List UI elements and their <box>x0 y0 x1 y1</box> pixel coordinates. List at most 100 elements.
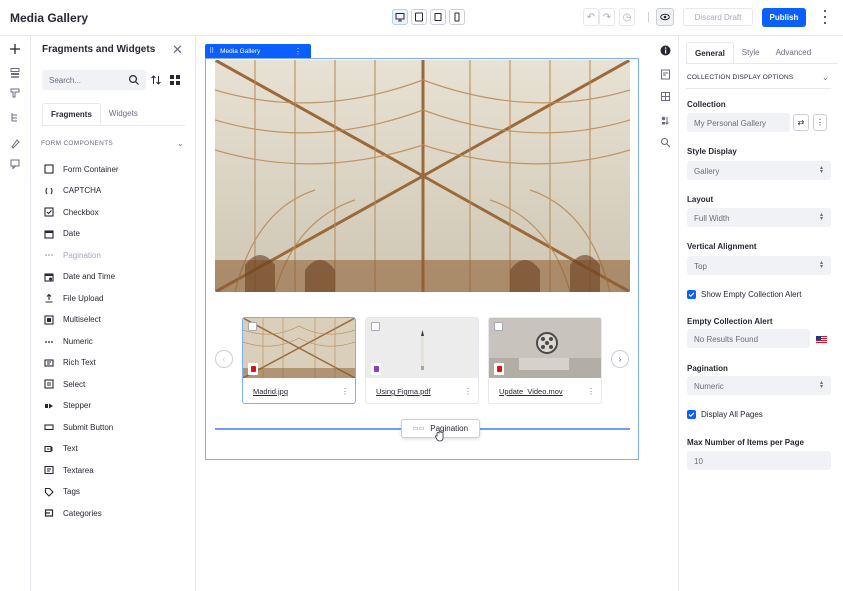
comments-icon[interactable] <box>8 157 22 171</box>
gallery-card[interactable]: Update_Video.mov ⋮ <box>488 317 602 404</box>
sort-icon[interactable] <box>150 74 162 86</box>
fragment-item-categories[interactable]: Categories <box>44 506 184 520</box>
textarea-icon <box>44 465 54 475</box>
redo-icon: ↷ <box>602 11 612 23</box>
fragment-item-form-container[interactable]: Form Container <box>44 162 184 176</box>
section-header[interactable]: FORM COMPONENTS <box>41 140 113 147</box>
fragment-item-file-upload[interactable]: File Upload <box>44 291 184 305</box>
kebab-icon: ⋮ <box>816 118 824 127</box>
card-options-icon[interactable]: ⋮ <box>341 387 349 396</box>
tablet-view-button[interactable] <box>411 9 427 25</box>
chevron-down-icon[interactable]: ⌄ <box>177 139 184 148</box>
card-options-icon[interactable]: ⋮ <box>587 387 595 396</box>
sort-attributes-icon[interactable] <box>659 114 671 126</box>
mapping-icon[interactable] <box>659 90 671 102</box>
section-divider <box>686 88 831 89</box>
section-header[interactable]: COLLECTION DISPLAY OPTIONS <box>687 74 793 81</box>
drag-handle-icon[interactable]: ⠿ <box>209 47 214 55</box>
tab-fragments[interactable]: Fragments <box>42 103 101 125</box>
fragment-item-checkbox[interactable]: Checkbox <box>44 205 184 219</box>
collection-field[interactable]: My Personal Gallery <box>687 113 790 132</box>
style-display-value: Gallery <box>694 167 720 176</box>
undo-button[interactable]: ↶ <box>583 8 599 26</box>
max-items-input[interactable]: 10 <box>687 451 831 470</box>
carousel-next-button[interactable]: › <box>611 350 629 368</box>
display-all-pages-checkbox[interactable]: Display All Pages <box>687 410 763 419</box>
card-filename[interactable]: Madrid.jpg <box>253 387 288 396</box>
publish-button[interactable]: Publish <box>762 8 806 27</box>
fragment-label: CAPTCHA <box>63 186 102 195</box>
fragment-topper[interactable]: ⠿ Media Gallery ⋮ <box>205 44 311 58</box>
paint-icon[interactable] <box>8 136 22 150</box>
card-options-icon[interactable]: ⋮ <box>464 387 472 396</box>
fragment-item-rich-text[interactable]: Rich Text <box>44 356 184 370</box>
show-empty-collection-alert-checkbox[interactable]: Show Empty Collection Alert <box>687 290 802 299</box>
change-collection-button[interactable]: ⇄ <box>793 114 809 131</box>
us-flag-icon[interactable] <box>816 336 827 343</box>
carousel-prev-button[interactable]: ‹ <box>215 350 233 368</box>
chevron-right-icon: › <box>618 354 622 364</box>
options-menu-icon[interactable] <box>821 10 829 24</box>
fragment-options-icon[interactable]: ⋮ <box>294 47 302 56</box>
card-filename[interactable]: Using Figma.pdf <box>376 387 431 396</box>
collection-options-button[interactable]: ⋮ <box>813 114 827 131</box>
gallery-card[interactable]: Madrid.jpg ⋮ <box>242 317 356 404</box>
tab-general[interactable]: General <box>686 42 734 64</box>
tab-widgets[interactable]: Widgets <box>101 103 146 125</box>
fragment-item-submit-button[interactable]: Submit Button <box>44 420 184 434</box>
discard-draft-button[interactable]: Discard Draft <box>683 8 753 26</box>
search-icon[interactable] <box>659 136 671 148</box>
calendar-icon <box>44 229 54 239</box>
desktop-icon <box>395 13 405 22</box>
tab-style[interactable]: Style <box>734 42 768 64</box>
fragment-item-multiselect[interactable]: Multiselect <box>44 313 184 327</box>
fragment-item-numeric[interactable]: Numeric <box>44 334 184 348</box>
portrait-phone-view-button[interactable] <box>449 9 465 25</box>
card-checkbox[interactable] <box>248 322 257 331</box>
browser-icon[interactable] <box>8 66 22 80</box>
fragment-item-date-and-time[interactable]: Date and Time <box>44 270 184 284</box>
preview-button[interactable] <box>656 8 674 26</box>
fragment-item-select[interactable]: Select <box>44 377 184 391</box>
vertical-alignment-select[interactable]: Top ▴ ▾ <box>687 256 831 275</box>
grid-view-icon[interactable] <box>169 74 181 86</box>
chevron-down-icon[interactable]: ⌄ <box>822 73 829 82</box>
page-structure-icon[interactable] <box>8 110 22 124</box>
empty-alert-input[interactable]: No Results Found <box>687 329 810 348</box>
tab-advanced[interactable]: Advanced <box>768 42 820 64</box>
left-sidebar-rail <box>0 36 31 591</box>
fragment-item-text[interactable]: Text <box>44 442 184 456</box>
card-checkbox[interactable] <box>371 322 380 331</box>
fragment-item-date[interactable]: Date <box>44 227 184 241</box>
top-bar: Media Gallery ↶ ↷ ◷ Discard Draft Publis… <box>0 0 843 36</box>
close-icon[interactable]: ✕ <box>172 42 183 58</box>
fragment-item-pagination[interactable]: Pagination <box>44 248 184 262</box>
empty-alert-label: Empty Collection Alert <box>687 317 773 326</box>
fragment-item-stepper[interactable]: Stepper <box>44 399 184 413</box>
swap-icon: ⇄ <box>797 118 805 127</box>
file-type-icon <box>494 363 504 375</box>
page-design-icon[interactable] <box>8 86 22 100</box>
fragment-label: Date and Time <box>63 272 116 281</box>
card-checkbox[interactable] <box>494 322 503 331</box>
checkbox-label: Show Empty Collection Alert <box>701 290 802 299</box>
pagination-select[interactable]: Numeric ▴ ▾ <box>687 376 831 395</box>
card-filename[interactable]: Update_Video.mov <box>499 387 563 396</box>
history-button[interactable]: ◷ <box>619 8 635 26</box>
info-icon[interactable] <box>659 44 671 56</box>
gallery-card[interactable]: Using Figma.pdf ⋮ <box>365 317 479 404</box>
layout-select[interactable]: Full Width ▴ ▾ <box>687 208 831 227</box>
fragment-item-textarea[interactable]: Textarea <box>44 463 184 477</box>
redo-button[interactable]: ↷ <box>599 8 615 26</box>
landscape-phone-view-button[interactable] <box>430 9 446 25</box>
fragment-item-tags[interactable]: Tags <box>44 485 184 499</box>
fragment-item-captcha[interactable]: CAPTCHA <box>44 184 184 198</box>
style-display-select[interactable]: Gallery ▴ ▾ <box>687 161 831 180</box>
search-input[interactable]: Search... <box>42 70 146 90</box>
add-icon[interactable] <box>8 42 22 56</box>
page-settings-icon[interactable] <box>659 68 671 80</box>
layout-value: Full Width <box>694 214 730 223</box>
square-icon <box>44 164 54 174</box>
undo-icon: ↶ <box>586 11 596 23</box>
desktop-view-button[interactable] <box>392 9 408 25</box>
